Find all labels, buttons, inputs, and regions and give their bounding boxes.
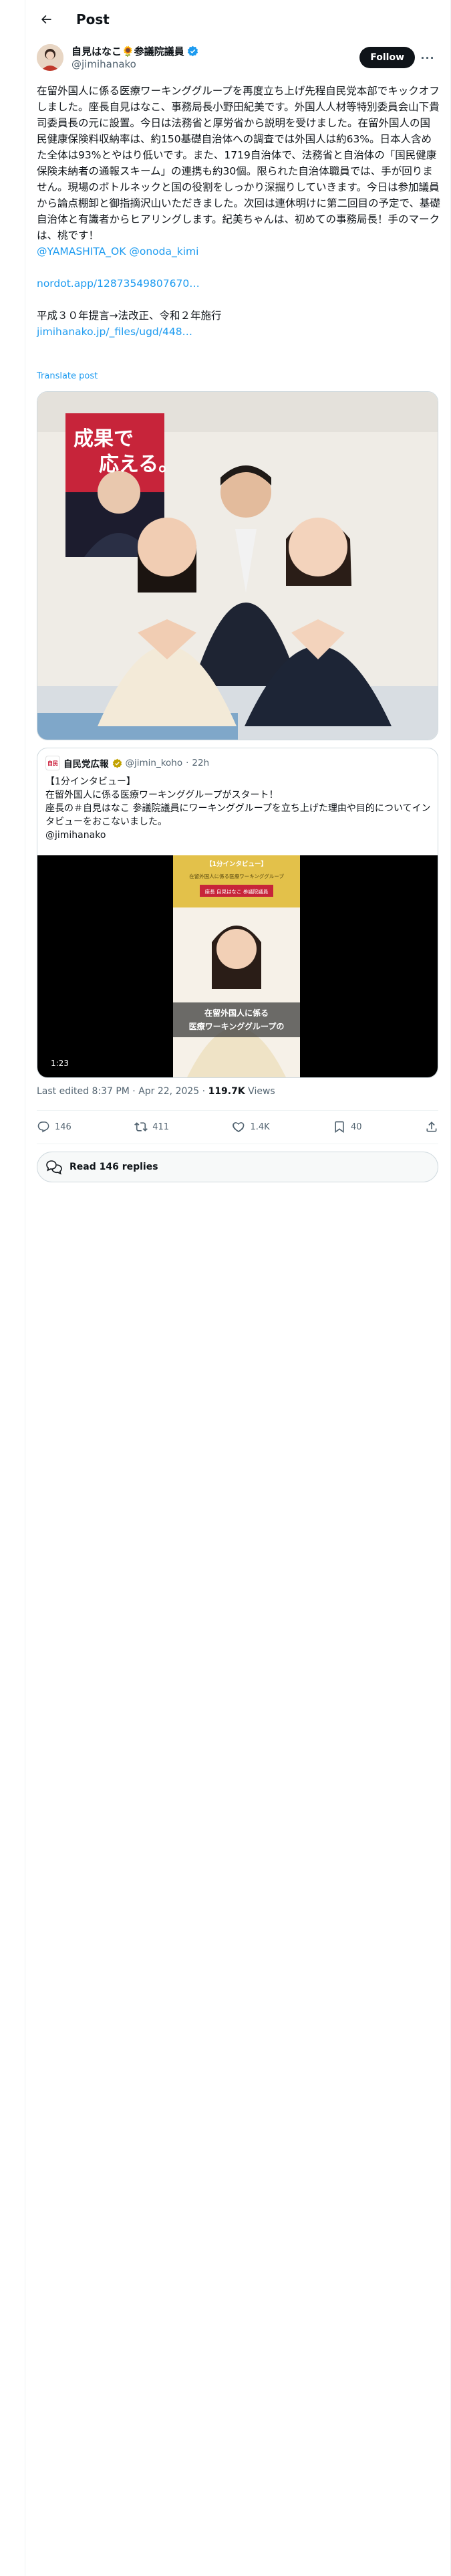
mention-link[interactable]: @YAMASHITA_OK [37, 245, 126, 257]
author-name-text: 自見はなこ🌻参議院議員 [71, 45, 184, 58]
share-icon [426, 1121, 437, 1132]
post-line: 平成３０年提言→法改正、令和２年施行 [37, 310, 222, 322]
video-sub-label: 在留外国人に係る医療ワーキンググループ [189, 873, 284, 879]
post-meta: Last edited 8:37 PM · Apr 22, 2025 · 119… [37, 1086, 275, 1097]
quoted-line: 【1分インタビュー】 [45, 776, 136, 787]
party-logo-icon: 自民 [45, 756, 60, 770]
more-options-icon[interactable]: ··· [418, 47, 438, 68]
back-button[interactable] [35, 8, 57, 31]
author-name[interactable]: 自見はなこ🌻参議院議員 [71, 44, 198, 58]
repost-count: 411 [152, 1121, 170, 1132]
translate-post-link[interactable]: Translate post [37, 371, 98, 381]
verified-badge-icon [187, 45, 198, 57]
video-frame: 【1分インタビュー】 在留外国人に係る医療ワーキンググループ 座長 自見はなこ … [173, 855, 300, 1077]
mention-link[interactable]: @onoda_kimi [129, 245, 198, 257]
external-link[interactable]: nordot.app/12873549807670… [37, 278, 200, 290]
quoted-post-text: 【1分インタビュー】 在留外国人に係る医療ワーキンググループがスタート！ 座長の… [45, 775, 433, 842]
left-border [0, 0, 25, 2576]
poster-text: 成果で [73, 427, 134, 451]
reply-button[interactable]: 146 [37, 1120, 71, 1134]
quoted-post[interactable]: 自民 自民党広報 @jimin_koho · 22h 【1分インタビュー】 在留… [37, 748, 438, 1078]
poster-text: 応える。 [99, 453, 178, 476]
quoted-author-handle: @jimin_koho [125, 758, 183, 768]
post-photo[interactable]: 成果で 応える。 [37, 391, 438, 740]
quoted-post-header: 自民 自民党広報 @jimin_koho · 22h [45, 756, 209, 770]
author-handle[interactable]: @jimihanako [71, 58, 136, 70]
replies-bubbles-icon [46, 1160, 62, 1175]
read-replies-button[interactable]: Read 146 replies [37, 1152, 438, 1182]
heart-icon [233, 1122, 245, 1133]
views-count: 119.7K [208, 1086, 245, 1097]
verified-badge-icon [112, 758, 122, 768]
quoted-line: 在留外国人に係る医療ワーキンググループがスタート！ [45, 790, 279, 800]
separator-dot: · [186, 758, 189, 768]
video-top-label: 【1分インタビュー】 [206, 860, 267, 868]
like-button[interactable]: 1.4K [232, 1120, 270, 1134]
quoted-mention: @jimihanako [45, 830, 106, 841]
avatar[interactable] [37, 44, 63, 71]
post-text: 在留外国人に係る医療ワーキンググループを再度立ち上げ先程自民党本部でキックオフし… [37, 83, 440, 340]
video-caption: 医療ワーキンググループの [189, 1021, 285, 1031]
quoted-author-name: 自民党広報 [63, 759, 109, 770]
video-name-label: 座長 自見はなこ 参議院議員 [205, 888, 269, 895]
external-link[interactable]: jimihanako.jp/_files/ugd/448… [37, 326, 192, 338]
video-duration: 1:23 [47, 1057, 73, 1069]
repost-button[interactable]: 411 [134, 1120, 169, 1134]
back-arrow-icon [41, 15, 51, 24]
repost-icon [134, 1122, 148, 1132]
reply-icon [37, 1121, 49, 1133]
like-count: 1.4K [250, 1121, 270, 1132]
bookmark-count: 40 [351, 1121, 362, 1132]
bookmark-button[interactable]: 40 [333, 1120, 362, 1134]
reply-count: 146 [55, 1121, 71, 1132]
page-title: Post [76, 11, 110, 27]
read-replies-label: Read 146 replies [69, 1162, 158, 1172]
views-label: Views [245, 1086, 275, 1097]
share-button[interactable] [425, 1120, 438, 1134]
bookmark-icon [335, 1121, 344, 1134]
post-header: Post [25, 0, 450, 39]
action-bar: 146 411 1.4K 40 [37, 1110, 438, 1144]
video-caption: 在留外国人に係る [204, 1008, 269, 1018]
follow-button[interactable]: Follow [359, 47, 415, 68]
quoted-line: 座長の＃自見はなこ 参議院議員にワーキンググループを立ち上げた理由や目的について… [45, 803, 431, 827]
author-row: 自見はなこ🌻参議院議員 @jimihanako Follow ··· [37, 44, 438, 75]
edited-timestamp[interactable]: Last edited 8:37 PM · Apr 22, 2025 · [37, 1086, 208, 1097]
video-player[interactable]: 【1分インタビュー】 在留外国人に係る医療ワーキンググループ 座長 自見はなこ … [37, 855, 438, 1077]
quoted-time: 22h [192, 758, 210, 768]
post-paragraph: 在留外国人に係る医療ワーキンググループを再度立ち上げ先程自民党本部でキックオフし… [37, 85, 440, 241]
